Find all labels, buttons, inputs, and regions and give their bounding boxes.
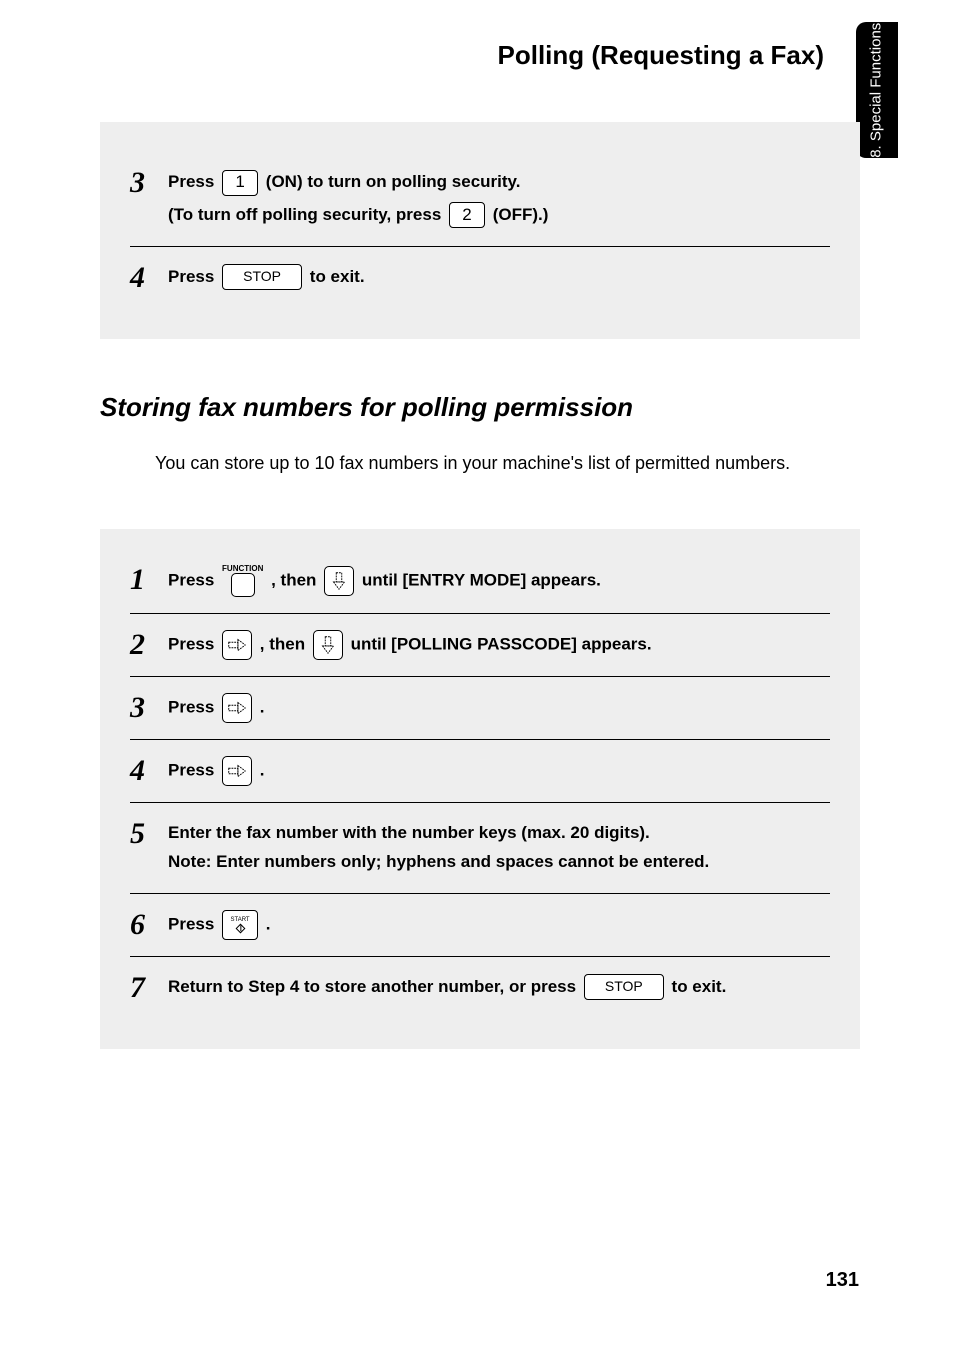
text: Press xyxy=(168,760,219,779)
text: (ON) to turn on polling security. xyxy=(266,172,521,191)
text: Press xyxy=(168,697,219,716)
right-arrow-icon xyxy=(226,760,248,782)
key-stop: STOP xyxy=(222,264,302,290)
text: Press xyxy=(168,267,219,286)
step-number: 4 xyxy=(130,756,168,786)
step-row: 7 Return to Step 4 to store another numb… xyxy=(130,956,830,1019)
step-body: Press FUNCTION , then until [ENTRY MODE]… xyxy=(168,565,830,597)
text: . xyxy=(266,914,271,933)
step-body: Press , then until [POLLING PASSCODE] ap… xyxy=(168,630,830,660)
key-down-arrow xyxy=(313,630,343,660)
step-body: Press START . xyxy=(168,910,830,940)
text: Press xyxy=(168,634,219,653)
step-body: Press 1 (ON) to turn on polling security… xyxy=(168,168,830,230)
key-1: 1 xyxy=(222,170,258,196)
step-row: 2 Press , then until [POLLING PASSCODE] … xyxy=(130,613,830,676)
side-tab-label: 8. Special Functions xyxy=(869,22,886,157)
side-tab: 8. Special Functions xyxy=(856,22,898,158)
key-right-arrow xyxy=(222,693,252,723)
step-body: Press . xyxy=(168,693,830,723)
text: until [ENTRY MODE] appears. xyxy=(362,570,601,589)
key-stop: STOP xyxy=(584,974,664,1000)
step-body: Press . xyxy=(168,756,830,786)
text: (OFF).) xyxy=(493,205,549,224)
key-right-arrow xyxy=(222,756,252,786)
right-arrow-icon xyxy=(226,697,248,719)
step-number: 4 xyxy=(130,263,168,293)
step-number: 7 xyxy=(130,973,168,1003)
start-diamond-icon xyxy=(235,924,245,934)
down-arrow-icon xyxy=(317,634,339,656)
step-body: Press STOP to exit. xyxy=(168,263,830,292)
text: , then xyxy=(260,634,310,653)
step-number: 1 xyxy=(130,565,168,595)
function-label: FUNCTION xyxy=(222,565,263,573)
step-body: Enter the fax number with the number key… xyxy=(168,819,830,877)
step-row: 3 Press . xyxy=(130,676,830,739)
section-heading: Storing fax numbers for polling permissi… xyxy=(100,392,633,423)
text: Return to Step 4 to store another number… xyxy=(168,977,581,996)
step-number: 3 xyxy=(130,168,168,198)
page-title: Polling (Requesting a Fax) xyxy=(498,40,824,71)
step-row: 3 Press 1 (ON) to turn on polling securi… xyxy=(130,152,830,246)
text: (To turn off polling security, press xyxy=(168,205,446,224)
text: . xyxy=(260,760,265,779)
key-function: FUNCTION xyxy=(222,565,263,597)
step-row: 5 Enter the fax number with the number k… xyxy=(130,802,830,893)
step-number: 3 xyxy=(130,693,168,723)
function-key-icon xyxy=(231,573,255,597)
text: Press xyxy=(168,172,219,191)
key-2: 2 xyxy=(449,202,485,228)
text: Press xyxy=(168,570,219,589)
step-number: 5 xyxy=(130,819,168,849)
text: , then xyxy=(271,570,321,589)
text: to exit. xyxy=(672,977,727,996)
key-down-arrow xyxy=(324,566,354,596)
key-right-arrow xyxy=(222,630,252,660)
step-body: Return to Step 4 to store another number… xyxy=(168,973,830,1002)
right-arrow-icon xyxy=(226,634,248,656)
text: . xyxy=(260,697,265,716)
text: Press xyxy=(168,914,219,933)
step-row: 4 Press STOP to exit. xyxy=(130,246,830,309)
step-row: 4 Press . xyxy=(130,739,830,802)
step-number: 6 xyxy=(130,910,168,940)
text: to exit. xyxy=(310,267,365,286)
step-row: 1 Press FUNCTION , then until [ENTRY MOD… xyxy=(130,549,830,613)
procedure-block-1: 3 Press 1 (ON) to turn on polling securi… xyxy=(100,122,860,339)
down-arrow-icon xyxy=(328,570,350,592)
key-start: START xyxy=(222,910,258,940)
procedure-block-2: 1 Press FUNCTION , then until [ENTRY MOD… xyxy=(100,529,860,1049)
text: until [POLLING PASSCODE] appears. xyxy=(351,634,652,653)
step-number: 2 xyxy=(130,630,168,660)
step-row: 6 Press START . xyxy=(130,893,830,956)
page-number: 131 xyxy=(826,1269,859,1292)
section-desc: You can store up to 10 fax numbers in yo… xyxy=(155,450,815,477)
